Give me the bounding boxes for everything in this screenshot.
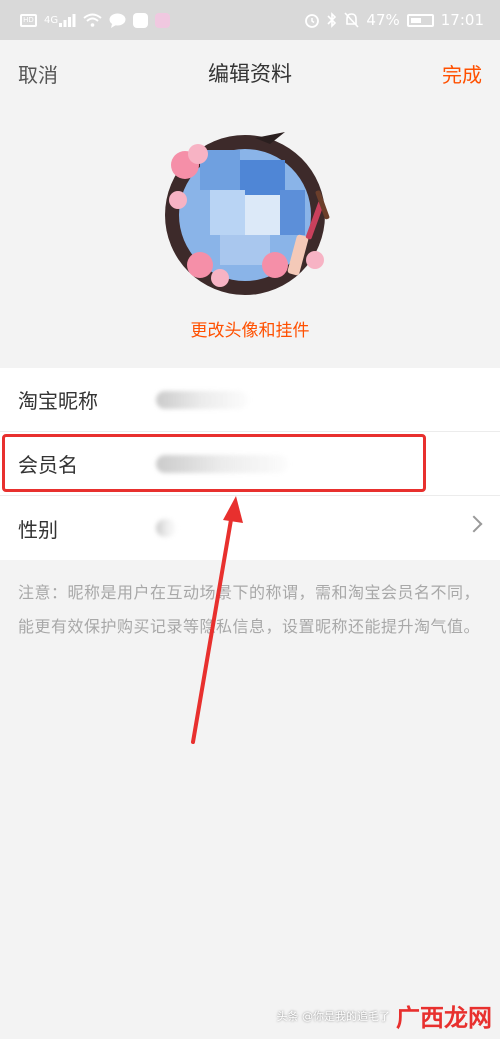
battery-icon (406, 13, 434, 27)
avatar-frame-image (165, 132, 330, 295)
app-icon (133, 12, 149, 28)
highlight-box-annotation (2, 434, 426, 492)
watermark-brand: 广西龙网 (396, 1003, 492, 1032)
nickname-value-redacted (156, 390, 248, 409)
chevron-right-icon (465, 515, 483, 533)
app-icon (155, 12, 171, 28)
done-button[interactable]: 完成 (442, 59, 482, 88)
hd-badge: HD (20, 13, 37, 27)
gender-row[interactable]: 性别 (0, 496, 500, 560)
network-badge: 4G (44, 14, 59, 26)
cancel-button[interactable]: 取消 (18, 59, 58, 88)
nickname-row[interactable]: 淘宝昵称 (0, 368, 500, 432)
status-right: 47% 17:01 (304, 11, 484, 29)
status-left: HD 4G (20, 12, 171, 28)
alarm-icon (304, 12, 320, 28)
clock: 17:01 (440, 11, 484, 29)
change-avatar-link[interactable]: 更改头像和挂件 (0, 316, 500, 341)
signal-icon: 4G (44, 13, 76, 27)
wifi-icon (83, 13, 102, 27)
nickname-label: 淘宝昵称 (18, 389, 98, 413)
gender-label: 性别 (18, 517, 58, 542)
bluetooth-icon (327, 12, 337, 28)
mute-icon (344, 12, 360, 28)
watermark: 头条 @你是我的追毛了 广西龙网 (277, 998, 493, 1033)
gender-value-redacted (156, 519, 176, 537)
battery-percent: 47% (366, 11, 400, 29)
chat-icon (109, 13, 126, 28)
page-title: 编辑资料 (208, 62, 292, 86)
watermark-source: 头条 @你是我的追毛了 (276, 1009, 391, 1023)
nav-bar: 取消 编辑资料 完成 (0, 40, 500, 106)
avatar-section: 更改头像和挂件 (0, 106, 500, 366)
nickname-note: 注意：昵称是用户在互动场景下的称谓，需和淘宝会员名不同，能更有效保护购买记录等隐… (18, 583, 481, 636)
status-bar: HD 4G 47% 17:01 (0, 0, 500, 40)
avatar[interactable] (160, 130, 335, 300)
